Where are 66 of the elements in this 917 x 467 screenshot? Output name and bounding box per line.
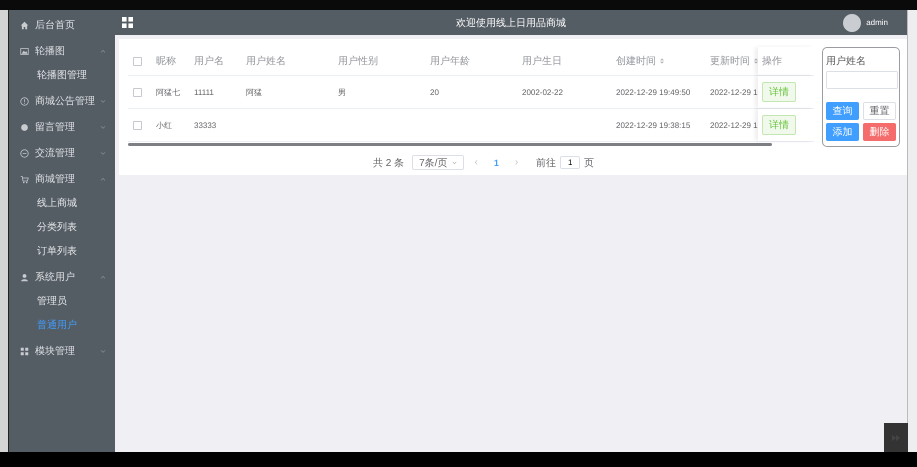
column-header: 用户生日 (522, 54, 562, 68)
sort-icon (658, 57, 666, 65)
sidebar-item[interactable]: 轮播图 (9, 38, 115, 64)
page-input[interactable]: 1 (560, 156, 580, 169)
floating-button[interactable] (884, 423, 908, 452)
sidebar-subitem[interactable]: 订单列表 (9, 240, 115, 264)
sidebar-item[interactable]: 商城公告管理 (9, 88, 115, 114)
action-button[interactable]: 查询 (826, 102, 859, 120)
sidebar-item[interactable]: 模块管理 (9, 338, 115, 364)
field-label: 用户姓名 (826, 54, 867, 68)
sidebar-subitem[interactable]: 线上商城 (9, 192, 115, 216)
horizontal-scrollbar[interactable] (128, 143, 772, 146)
column-header: 用户姓名 (246, 54, 286, 68)
user-icon (20, 272, 29, 282)
grid-icon (20, 346, 29, 356)
column-header: 用户性别 (338, 54, 378, 68)
sidebar-item[interactable]: 系统用户 (9, 264, 115, 290)
sidebar-subitem[interactable]: 管理员 (9, 290, 115, 314)
table-cell: 2022-12-29 1 (710, 88, 758, 96)
table-cell: 2022-12-29 19:49:50 (616, 88, 690, 96)
table-cell: 小红 (156, 120, 172, 130)
sidebar-item[interactable]: 留言管理 (9, 114, 115, 140)
action-button[interactable]: 重置 (863, 102, 896, 120)
page-number[interactable]: 1 (488, 158, 505, 168)
sidebar-subitem[interactable]: 分类列表 (9, 216, 115, 240)
sidebar-item[interactable]: 商城管理 (9, 166, 115, 192)
table-cell: 20 (430, 88, 439, 96)
column-header[interactable]: 更新时间 (710, 54, 760, 68)
sidebar-subitem[interactable]: 轮播图管理 (9, 64, 115, 88)
checkbox[interactable] (133, 56, 142, 66)
info-icon (20, 96, 29, 106)
table-cell: 阿猛 (246, 86, 262, 98)
checkbox[interactable] (133, 88, 142, 96)
table-cell: 阿猛七 (156, 86, 180, 98)
chevron-down-icon (451, 159, 458, 166)
user-name[interactable]: admin (866, 18, 888, 27)
avatar-icon[interactable] (843, 14, 862, 32)
table-cell: 33333 (194, 120, 216, 130)
chat-icon (20, 148, 29, 158)
header-title: 欢迎使用线上日用品商城 (456, 16, 566, 30)
table-cell: 2002-02-22 (522, 88, 563, 96)
action-button[interactable]: 删除 (863, 123, 896, 141)
picture-icon (20, 46, 29, 56)
checkbox[interactable] (133, 120, 142, 130)
column-header: 操作 (762, 55, 782, 68)
column-header: 昵称 (156, 55, 176, 68)
page-unit: 页 (584, 156, 594, 170)
column-header[interactable]: 创建时间 (616, 54, 666, 68)
column-header: 用户名 (194, 54, 224, 68)
page-size-select[interactable]: 7条/页 (412, 155, 464, 170)
cart-icon (20, 174, 29, 184)
column-header: 用户年龄 (430, 54, 470, 68)
total-count: 共 2 条 (373, 156, 404, 170)
sidebar-item[interactable]: 交流管理 (9, 140, 115, 166)
table-cell: 11111 (194, 88, 214, 96)
table-cell: 2022-12-29 1 (710, 120, 758, 130)
action-button[interactable]: 添加 (826, 123, 859, 141)
circle-icon (20, 122, 29, 132)
sidebar-item[interactable]: 后台首页 (9, 12, 115, 38)
table-cell: 2022-12-29 19:38:15 (616, 120, 690, 130)
menu-icon[interactable] (122, 17, 133, 28)
input-field[interactable] (826, 71, 898, 89)
table-cell: 男 (338, 86, 346, 98)
goto-label: 前往 (536, 156, 556, 170)
sort-icon (752, 57, 760, 65)
home-icon (20, 20, 29, 30)
